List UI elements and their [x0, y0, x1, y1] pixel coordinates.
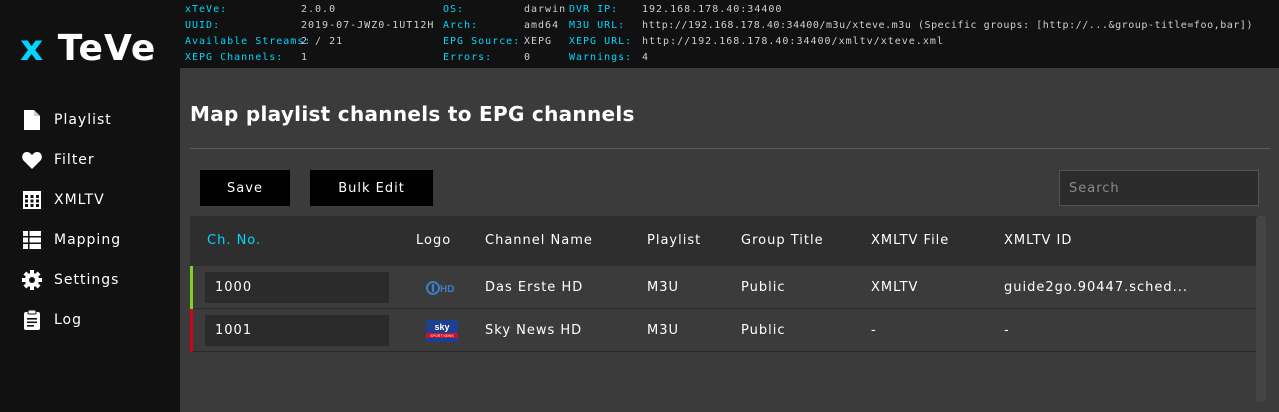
- info-value: http://192.168.178.40:34400/xmltv/xteve.…: [642, 36, 944, 47]
- app-logo: x TeVe: [20, 28, 156, 69]
- sidebar-item-xmltv[interactable]: XMLTV: [22, 188, 105, 212]
- sidebar-item-settings[interactable]: Settings: [22, 268, 119, 292]
- info-key: DVR IP:: [569, 4, 619, 15]
- info-key: Arch:: [443, 20, 479, 31]
- table-header: Ch. No. Logo Channel Name Playlist Group…: [190, 216, 1257, 266]
- scrollbar[interactable]: [1256, 216, 1266, 402]
- info-key: xTeVe:: [185, 4, 228, 15]
- logo-sublabel: SPORT NEWS: [430, 334, 454, 338]
- info-key: Available Streams:: [185, 36, 312, 47]
- group-title: Public: [741, 323, 786, 338]
- info-key: M3U URL:: [569, 20, 626, 31]
- info-value: 192.168.178.40:34400: [642, 4, 783, 15]
- list-icon: [22, 230, 42, 250]
- info-value: 2019-07-JWZ0-1UT12H: [301, 20, 435, 31]
- playlist: M3U: [647, 280, 680, 295]
- file-icon: [22, 110, 42, 130]
- logo-label: sky: [434, 322, 449, 332]
- xmltv-id: guide2go.90447.sched...: [1004, 280, 1189, 295]
- bulk-edit-button[interactable]: Bulk Edit: [310, 170, 433, 206]
- column-header-channel-name[interactable]: Channel Name: [485, 233, 593, 248]
- gear-icon: [22, 270, 42, 290]
- logo-text: TeVe: [57, 28, 157, 69]
- heart-icon: [22, 150, 42, 170]
- info-value: 0: [524, 52, 532, 63]
- info-value: 2 / 21: [301, 36, 344, 47]
- sidebar-item-label: Mapping: [54, 232, 122, 248]
- info-value: 2.0.0: [301, 4, 337, 15]
- column-header-xmltv-file[interactable]: XMLTV File: [871, 233, 949, 248]
- info-key: OS:: [443, 4, 465, 15]
- info-value: http://192.168.178.40:34400/m3u/xteve.m3…: [642, 20, 1254, 31]
- info-key: EPG Source:: [443, 36, 521, 47]
- divider: [190, 148, 1270, 149]
- sidebar-item-label: Filter: [54, 152, 95, 168]
- group-title: Public: [741, 280, 786, 295]
- status-marker: [190, 266, 193, 309]
- table-row[interactable]: 1001 sky SPORT NEWS Sky News HD M3U Publ…: [190, 309, 1257, 352]
- logo-label: HD: [440, 284, 454, 295]
- column-header-logo[interactable]: Logo: [416, 233, 451, 248]
- column-header-ch-no[interactable]: Ch. No.: [207, 233, 261, 248]
- info-value: XEPG: [524, 36, 553, 47]
- sidebar-item-label: XMLTV: [54, 192, 105, 208]
- xmltv-file: XMLTV: [871, 280, 919, 295]
- sidebar-item-mapping[interactable]: Mapping: [22, 228, 121, 252]
- sidebar-item-filter[interactable]: Filter: [22, 148, 95, 172]
- info-key: XEPG URL:: [569, 36, 633, 47]
- mapping-table: Ch. No. Logo Channel Name Playlist Group…: [190, 216, 1257, 352]
- sidebar-item-playlist[interactable]: Playlist: [22, 108, 112, 132]
- xmltv-file: -: [871, 323, 877, 338]
- column-header-xmltv-id[interactable]: XMLTV ID: [1004, 233, 1072, 248]
- xmltv-id: -: [1004, 323, 1010, 338]
- sidebar: Playlist Filter XMLTV Mapping Settings L…: [0, 68, 180, 412]
- sidebar-item-label: Log: [54, 312, 83, 328]
- playlist: M3U: [647, 323, 680, 338]
- channel-name: Das Erste HD: [485, 280, 584, 295]
- page-title: Map playlist channels to EPG channels: [190, 102, 635, 126]
- channel-number[interactable]: 1001: [205, 315, 389, 346]
- sidebar-item-label: Playlist: [54, 112, 112, 128]
- sidebar-item-label: Settings: [54, 272, 120, 288]
- table-row[interactable]: 1000 HD Das Erste HD M3U Public XMLTV gu…: [190, 266, 1257, 309]
- clipboard-icon: [22, 310, 42, 330]
- channel-number[interactable]: 1000: [205, 272, 389, 303]
- save-button[interactable]: Save: [200, 170, 290, 206]
- sidebar-item-log[interactable]: Log: [22, 308, 82, 332]
- info-key: XEPG Channels:: [185, 52, 284, 63]
- search-input[interactable]: [1059, 170, 1259, 206]
- das-erste-hd-logo: HD: [426, 277, 458, 299]
- main-content: Map playlist channels to EPG channels Sa…: [180, 68, 1279, 412]
- calendar-grid-icon: [22, 190, 42, 210]
- info-key: UUID:: [185, 20, 221, 31]
- column-header-group-title[interactable]: Group Title: [741, 233, 824, 248]
- column-header-playlist[interactable]: Playlist: [647, 233, 701, 248]
- top-info-bar: x TeVe xTeVe: 2.0.0 UUID: 2019-07-JWZ0-1…: [0, 0, 1279, 69]
- info-value: 1: [301, 52, 309, 63]
- info-key: Warnings:: [569, 52, 633, 63]
- info-value: 4: [642, 52, 650, 63]
- logo-x: x: [20, 28, 45, 69]
- channel-name: Sky News HD: [485, 323, 583, 338]
- status-marker: [190, 309, 193, 352]
- sky-news-hd-logo: sky SPORT NEWS: [426, 320, 458, 342]
- info-key: Errors:: [443, 52, 493, 63]
- info-value: darwin: [524, 4, 567, 15]
- info-value: amd64: [524, 20, 560, 31]
